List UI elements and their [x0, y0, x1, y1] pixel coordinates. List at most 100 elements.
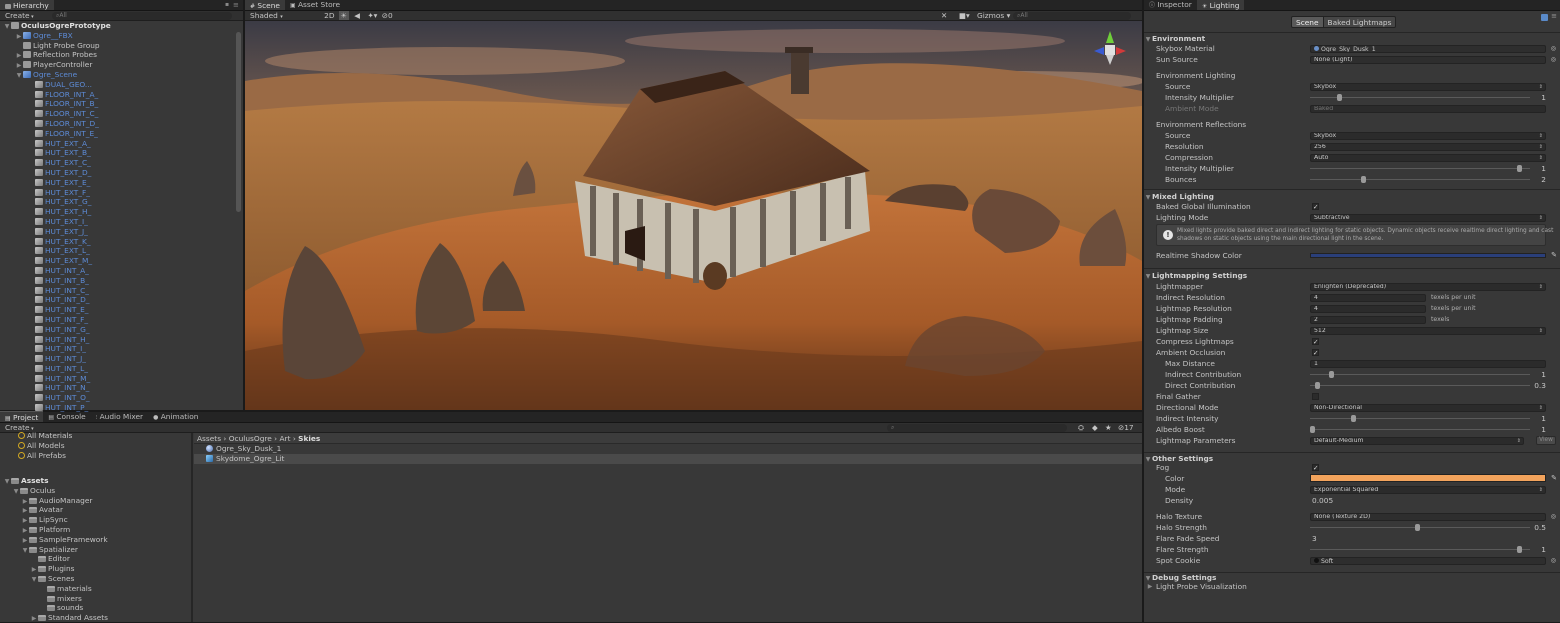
hierarchy-item[interactable]: FLOOR_INT_A_ [0, 90, 234, 100]
object-picker-icon[interactable]: ◎ [1551, 555, 1556, 566]
tab-console[interactable]: ▤ Console [43, 411, 90, 422]
hierarchy-item[interactable]: HUT_INT_B_ [0, 276, 234, 286]
tab-project[interactable]: ▤ Project [0, 411, 44, 422]
hierarchy-item[interactable]: ▼ OculusOgrePrototype [0, 21, 234, 31]
eyedropper-icon[interactable]: ✎ [1551, 250, 1557, 261]
slider-knob[interactable] [1351, 415, 1356, 422]
help-icon[interactable] [1541, 14, 1548, 21]
slider-knob[interactable] [1415, 524, 1420, 531]
hierarchy-item[interactable]: HUT_EXT_J_ [0, 227, 234, 237]
project-folder-item[interactable]: ▼ Oculus [0, 486, 190, 496]
project-folder-item[interactable]: ▼ Scenes [0, 574, 190, 584]
hierarchy-item[interactable]: HUT_INT_L_ [0, 364, 234, 374]
env-intensity-value[interactable]: 1 [1541, 92, 1546, 103]
project-folder-item[interactable]: ▶ Avatar [0, 505, 190, 515]
slider-knob[interactable] [1517, 546, 1522, 553]
view-parameters-button[interactable]: View [1536, 436, 1556, 445]
hierarchy-item[interactable]: HUT_EXT_A_ [0, 139, 234, 149]
project-folder-item[interactable]: ▶ Platform [0, 525, 190, 535]
object-picker-icon[interactable]: ◎ [1551, 43, 1556, 54]
direct-contribution-slider[interactable] [1310, 382, 1530, 389]
collapsed-arrow-icon[interactable]: ▶ [15, 51, 23, 60]
breadcrumb-skies[interactable]: Skies [298, 434, 320, 443]
project-folder-item[interactable]: ▶ Standard Assets [0, 613, 190, 623]
max-distance-field[interactable]: 1 [1310, 359, 1546, 368]
bounces-slider[interactable] [1310, 176, 1530, 183]
lighting-mode-dropdown[interactable]: Subtractive ⇕ [1310, 213, 1546, 222]
indirect-contribution-value[interactable]: 1 [1541, 369, 1546, 380]
lightmapper-dropdown[interactable]: Enlighten (Deprecated) ⇕ [1310, 282, 1546, 291]
slider-knob[interactable] [1517, 165, 1522, 172]
indirect-contribution-slider[interactable] [1310, 371, 1530, 378]
filter-type-icon[interactable]: ⛭ [1078, 423, 1084, 432]
albedo-boost-value[interactable]: 1 [1541, 424, 1546, 435]
lightmap-size-dropdown[interactable]: 512 ⇕ [1310, 326, 1546, 335]
slider-knob[interactable] [1310, 426, 1315, 433]
breadcrumb-assets[interactable]: Assets [197, 434, 221, 443]
spot-cookie-field[interactable]: Soft [1310, 556, 1546, 565]
gizmos-dropdown[interactable]: Gizmos ▾ [977, 11, 1010, 20]
light-probe-vis-row[interactable]: ▶ Light Probe Visualization [1144, 581, 1560, 592]
toggle-2d-button[interactable]: 2D [322, 11, 336, 20]
hierarchy-item[interactable]: HUT_EXT_H_ [0, 207, 234, 217]
hierarchy-item[interactable]: ▼ Ogre_Scene [0, 70, 234, 80]
slider-knob[interactable] [1361, 176, 1366, 183]
hidden-packages-icon[interactable]: ⊘17 [1118, 423, 1134, 432]
hierarchy-search-input[interactable]: ⌕All [52, 12, 232, 20]
hierarchy-item[interactable]: HUT_INT_D_ [0, 295, 234, 305]
expanded-arrow-icon[interactable]: ▼ [12, 487, 20, 496]
audio-toggle-icon[interactable]: ◀ [351, 11, 363, 20]
collapsed-arrow-icon[interactable]: ▶ [21, 506, 29, 515]
subtab-baked-lightmaps[interactable]: Baked Lightmaps [1323, 16, 1397, 28]
expanded-arrow-icon[interactable]: ▼ [3, 22, 11, 31]
menu-icon[interactable]: ≡ [1551, 12, 1557, 20]
breadcrumb-oculusogre[interactable]: OculusOgre [229, 434, 272, 443]
hierarchy-item[interactable]: HUT_EXT_B_ [0, 148, 234, 158]
albedo-boost-slider[interactable] [1310, 426, 1530, 433]
lighting-toggle-icon[interactable]: ☀ [338, 11, 349, 20]
hierarchy-scrollbar[interactable] [236, 32, 241, 212]
indirect-resolution-field[interactable]: 4 [1310, 293, 1426, 302]
halo-strength-slider[interactable] [1310, 524, 1530, 531]
slider-knob[interactable] [1329, 371, 1334, 378]
hierarchy-item[interactable]: HUT_EXT_M_ [0, 256, 234, 266]
project-divider[interactable] [191, 433, 193, 622]
project-folder-item[interactable]: ▶ AudioManager [0, 496, 190, 506]
scene-viewport[interactable] [245, 21, 1142, 410]
flare-strength-value[interactable]: 1 [1541, 544, 1546, 555]
orientation-gizmo[interactable] [1090, 29, 1130, 67]
project-folder-item[interactable]: materials [0, 584, 190, 594]
flare-fade-value[interactable]: 3 [1312, 533, 1317, 544]
filter-label-icon[interactable]: ◆ [1092, 423, 1098, 432]
asset-file-item[interactable]: Skydome_Ogre_Lit [194, 453, 1142, 464]
project-folder-item[interactable]: mixers [0, 594, 190, 604]
tab-animation[interactable]: ● Animation [148, 411, 203, 422]
hidden-objects-icon[interactable]: ⊘0 [382, 11, 402, 20]
hierarchy-item[interactable]: HUT_INT_J_ [0, 354, 234, 364]
hierarchy-item[interactable]: HUT_INT_E_ [0, 305, 234, 315]
object-picker-icon[interactable]: ◎ [1551, 511, 1556, 522]
hierarchy-item[interactable]: HUT_INT_O_ [0, 393, 234, 403]
final-gather-checkbox[interactable] [1312, 393, 1319, 400]
refl-source-dropdown[interactable]: Skybox ⇕ [1310, 131, 1546, 140]
panel-menu-icon[interactable]: ≡ [233, 0, 243, 10]
effects-dropdown-icon[interactable]: ✦▾ [365, 11, 379, 20]
halo-strength-value[interactable]: 0.5 [1534, 522, 1546, 533]
camera-icon[interactable]: ■▾ [959, 11, 970, 20]
create-dropdown[interactable]: Create [5, 11, 30, 20]
scene-search-input[interactable]: ⌕All [1013, 12, 1131, 20]
hierarchy-item[interactable]: HUT_INT_I_ [0, 344, 234, 354]
tab-audio-mixer[interactable]: ⫶ Audio Mixer [91, 411, 148, 422]
project-search-input[interactable]: ⌕ [887, 424, 1067, 432]
refl-intensity-slider[interactable] [1310, 165, 1530, 172]
lightmap-parameters-dropdown[interactable]: Default-Medium ⇕ [1310, 436, 1524, 445]
collapsed-arrow-icon[interactable]: ▶ [15, 32, 23, 41]
slider-knob[interactable] [1337, 94, 1342, 101]
project-folder-item[interactable]: sounds [0, 603, 190, 613]
hierarchy-item[interactable]: ▶ PlayerController [0, 60, 234, 70]
hierarchy-item[interactable]: Light Probe Group [0, 41, 234, 51]
project-folder-item[interactable]: ▼ Assets [0, 476, 190, 486]
favorite-item[interactable]: All Materials [0, 431, 190, 441]
skybox-material-field[interactable]: Ogre_Sky_Dusk_1 [1310, 44, 1546, 53]
shading-mode-dropdown[interactable]: Shaded ▾ [250, 11, 320, 20]
